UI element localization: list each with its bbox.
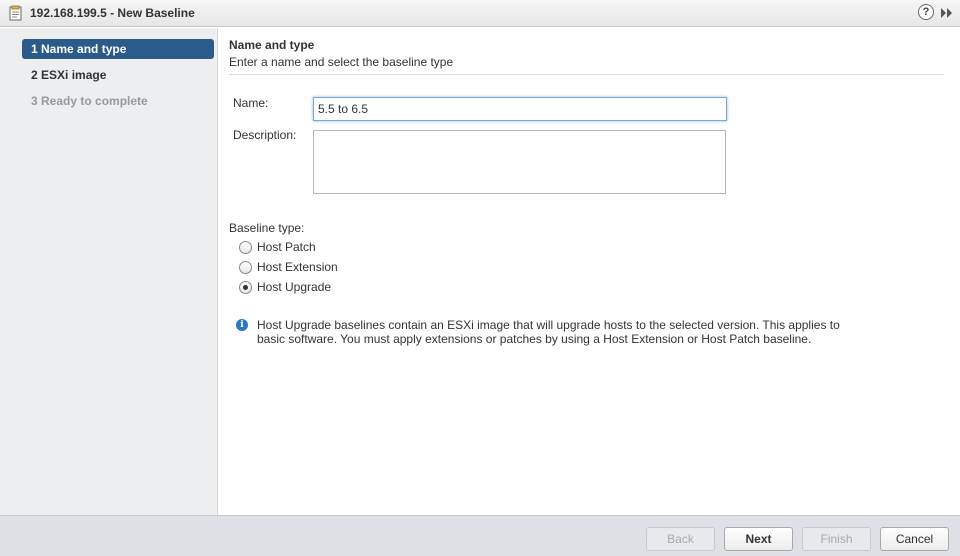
radio-label: Host Upgrade bbox=[257, 280, 332, 294]
page-subtitle: Enter a name and select the baseline typ… bbox=[229, 55, 454, 69]
radio-label: Host Extension bbox=[257, 260, 338, 274]
radio-label: Host Patch bbox=[257, 240, 316, 254]
baseline-type-label: Baseline type: bbox=[229, 221, 305, 235]
back-button[interactable]: Back bbox=[646, 527, 715, 551]
info-message: Host Upgrade baselines contain an ESXi i… bbox=[257, 318, 840, 346]
step-ready-to-complete: 3 Ready to complete bbox=[31, 94, 148, 108]
finish-button[interactable]: Finish bbox=[802, 527, 871, 551]
window-title: 192.168.199.5 - New Baseline bbox=[30, 6, 195, 20]
step-name-and-type[interactable]: 1 Name and type bbox=[22, 39, 214, 59]
wizard-footer: Back Next Finish Cancel bbox=[0, 515, 960, 556]
description-textarea[interactable] bbox=[313, 130, 726, 194]
baseline-document-icon bbox=[9, 5, 22, 21]
wizard-page-content: Name and type Enter a name and select th… bbox=[219, 28, 960, 515]
step-esxi-image[interactable]: 2 ESXi image bbox=[22, 65, 214, 85]
divider bbox=[229, 74, 944, 75]
double-chevron-right-icon[interactable] bbox=[940, 6, 954, 20]
name-input[interactable] bbox=[313, 97, 727, 121]
wizard-steps-sidebar: 1 Name and type 2 ESXi image 3 Ready to … bbox=[0, 28, 218, 515]
next-button[interactable]: Next bbox=[724, 527, 793, 551]
description-label: Description: bbox=[233, 128, 297, 142]
title-bar: 192.168.199.5 - New Baseline ? bbox=[0, 0, 960, 27]
help-icon[interactable]: ? bbox=[918, 4, 934, 20]
radio-button[interactable] bbox=[239, 261, 252, 274]
name-label: Name: bbox=[233, 96, 269, 110]
cancel-button[interactable]: Cancel bbox=[880, 527, 949, 551]
radio-button-checked[interactable] bbox=[239, 281, 252, 294]
page-title: Name and type bbox=[229, 38, 315, 52]
info-icon: i bbox=[236, 319, 248, 331]
radio-button[interactable] bbox=[239, 241, 252, 254]
